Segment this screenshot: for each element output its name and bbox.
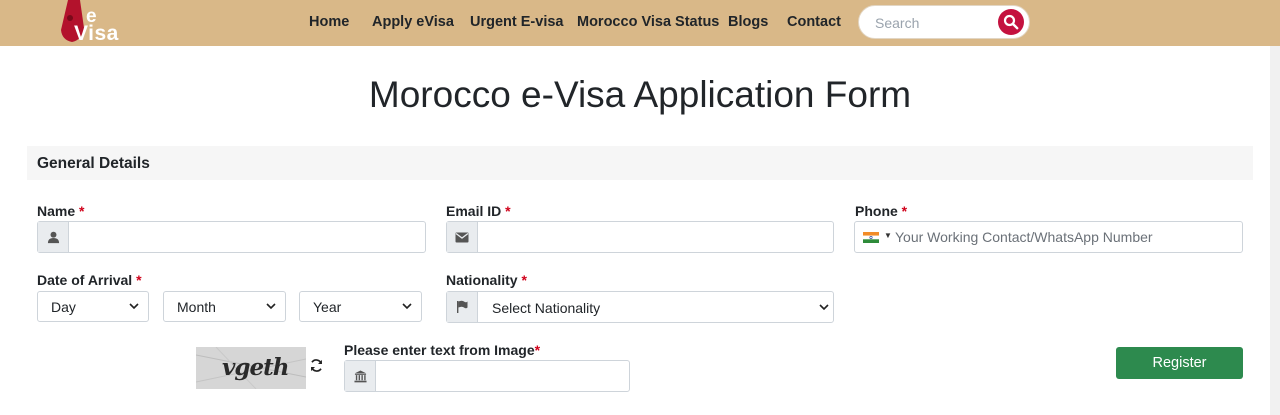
nationality-select[interactable]: Select Nationality	[446, 291, 834, 323]
search-box	[858, 5, 1030, 39]
bank-icon	[353, 369, 367, 382]
required-marker: *	[901, 203, 908, 219]
envelope-icon	[455, 232, 469, 242]
captcha-text: vgeth	[222, 354, 289, 381]
captcha-input[interactable]	[377, 361, 627, 391]
arrival-label-text: Date of Arrival	[37, 272, 133, 288]
search-input[interactable]	[875, 14, 995, 32]
top-nav-bar: e Visa Home Apply eVisa Urgent E-visa Mo…	[0, 0, 1280, 46]
nav-home[interactable]: Home	[309, 14, 349, 30]
required-marker: *	[79, 203, 85, 219]
month-select-value: Month	[177, 299, 216, 315]
section-title: General Details	[37, 155, 150, 172]
email-field-group	[446, 221, 834, 253]
email-addon	[447, 222, 478, 252]
captcha-label-text: Please enter text from Image	[344, 342, 535, 358]
chevron-down-icon	[129, 303, 139, 310]
flag-dropdown-caret-icon[interactable]: ▼	[884, 231, 892, 240]
arrival-label: Date of Arrival *	[37, 272, 142, 288]
search-icon	[1003, 14, 1019, 30]
nationality-label-text: Nationality	[446, 272, 518, 288]
phone-field-group: ▼	[854, 221, 1243, 253]
phone-label-text: Phone	[855, 203, 898, 219]
phone-label: Phone *	[855, 203, 907, 219]
general-details-section: General Details	[27, 146, 1253, 180]
nationality-label: Nationality *	[446, 272, 527, 288]
required-marker: *	[521, 272, 527, 288]
name-label: Name *	[37, 203, 84, 219]
email-label-text: Email ID	[446, 203, 502, 219]
arrival-year-select[interactable]: Year	[299, 291, 422, 322]
required-marker: *	[534, 342, 541, 358]
required-marker: *	[136, 272, 142, 288]
arrival-day-select[interactable]: Day	[37, 291, 149, 322]
nationality-addon	[447, 292, 478, 322]
india-flag-icon[interactable]	[863, 232, 879, 243]
name-label-text: Name	[37, 203, 76, 219]
user-icon	[47, 231, 59, 243]
day-select-value: Day	[51, 299, 76, 315]
nationality-select-value: Select Nationality	[492, 300, 601, 316]
captcha-addon	[345, 361, 376, 391]
chevron-down-icon	[819, 304, 829, 311]
nav-urgent-evisa[interactable]: Urgent E-visa	[470, 14, 563, 30]
phone-input[interactable]	[895, 222, 1235, 252]
captcha-label: Please enter text from Image*	[344, 342, 540, 358]
name-input[interactable]	[70, 222, 422, 252]
arrival-month-select[interactable]: Month	[163, 291, 286, 322]
nav-apply-evisa[interactable]: Apply eVisa	[372, 14, 454, 30]
nav-blogs[interactable]: Blogs	[728, 14, 768, 30]
chevron-down-icon	[402, 303, 412, 310]
search-button[interactable]	[998, 9, 1024, 35]
flag-icon	[457, 300, 468, 313]
required-marker: *	[505, 203, 511, 219]
nav-visa-status[interactable]: Morocco Visa Status	[577, 14, 719, 30]
email-input[interactable]	[479, 222, 829, 252]
logo-visa-text: Visa	[74, 22, 119, 45]
captcha-field-group	[344, 360, 630, 392]
chevron-down-icon	[266, 303, 276, 310]
year-select-value: Year	[313, 299, 342, 315]
name-field-group	[37, 221, 426, 253]
evisa-logo[interactable]: e Visa	[58, 0, 118, 46]
page-title: Morocco e-Visa Application Form	[368, 74, 912, 115]
nav-contact[interactable]: Contact	[787, 14, 841, 30]
register-button[interactable]: Register	[1116, 347, 1243, 379]
refresh-captcha-icon[interactable]	[309, 358, 324, 373]
email-label: Email ID *	[446, 203, 511, 219]
name-addon	[38, 222, 69, 252]
captcha-image: vgeth	[196, 347, 306, 389]
